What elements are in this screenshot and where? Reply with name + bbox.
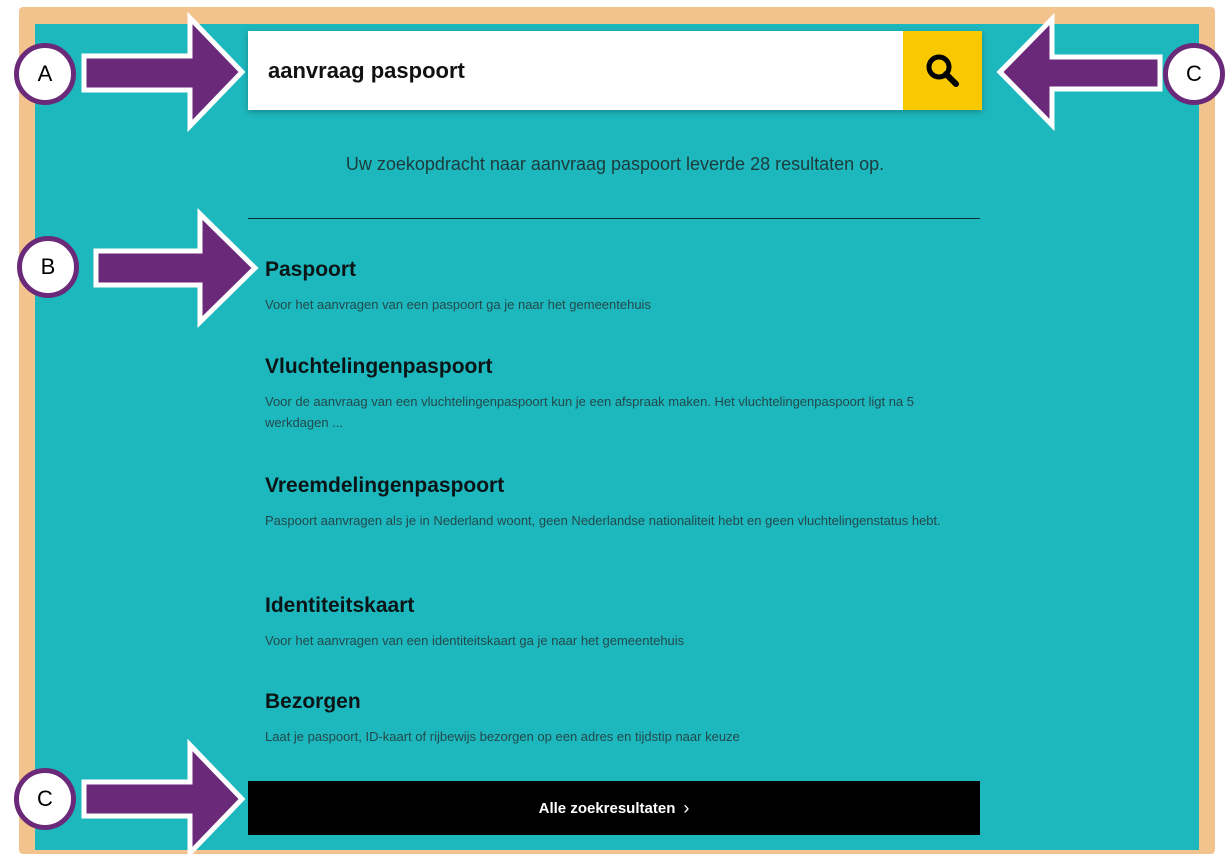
arrow-a [81,11,246,133]
callout-c-bottom: C [14,768,76,830]
callout-c-top: C [1163,43,1225,105]
arrow-b [93,208,259,328]
callout-b: B [17,236,79,298]
arrow-c-bottom [81,738,246,858]
callout-a: A [14,43,76,105]
arrow-c-top [996,12,1163,132]
annotation-arrows [81,11,1163,858]
